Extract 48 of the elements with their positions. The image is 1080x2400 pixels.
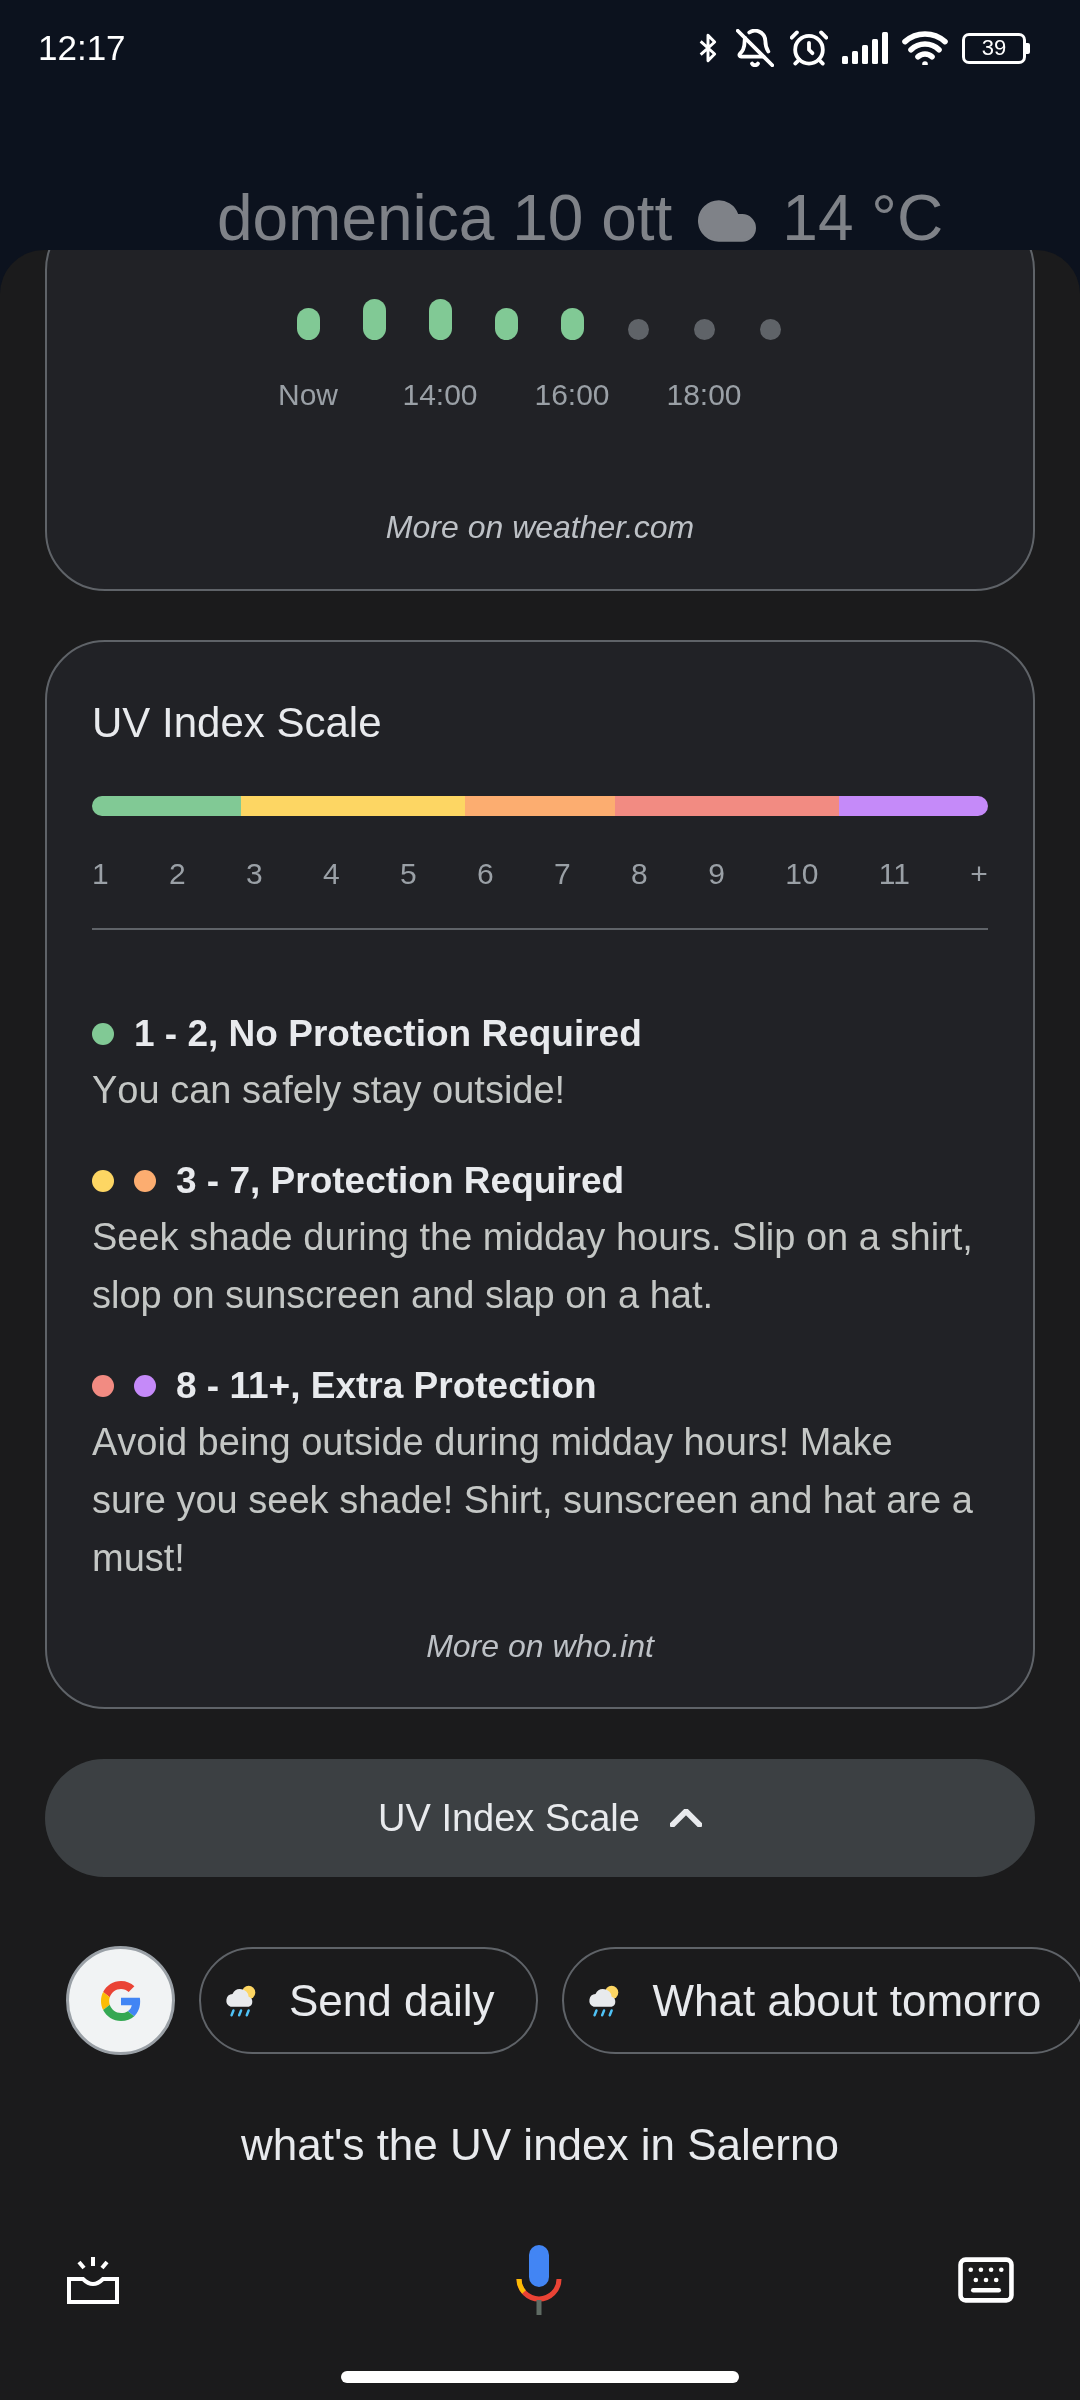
scale-tick-label: 4: [323, 856, 340, 892]
scale-tick-label: +: [970, 856, 988, 892]
scale-tick-label: 9: [708, 856, 725, 892]
legend-description: Seek shade during the midday hours. Slip on a shirt, slop on sunscreen and slap on a hat.: [92, 1215, 974, 1318]
battery-indicator: 39: [962, 32, 1030, 64]
scale-tick-label: 8: [631, 856, 648, 892]
legend-title: 1 - 2, No Protection Required: [134, 1012, 642, 1056]
tray-sparkle-icon[interactable]: [66, 2255, 120, 2305]
card-title: UV Index Scale: [92, 698, 383, 748]
scale-tick-label: 1: [92, 856, 109, 892]
scale-tick-label: 11: [878, 856, 910, 892]
signal-icon: [842, 32, 888, 64]
legend-title: 3 - 7, Protection Required: [176, 1159, 625, 1203]
suggestion-chip[interactable]: What about tomorro: [562, 1947, 1080, 2054]
hour-label: 16:00: [534, 377, 610, 413]
cloud-icon: [698, 200, 757, 242]
wifi-icon: [902, 31, 948, 65]
hour-bar: [428, 299, 452, 340]
keyboard-icon[interactable]: [958, 2257, 1014, 2303]
bluetooth-icon: [698, 32, 718, 64]
hour-bar: [560, 308, 584, 340]
scale-tick-label: 10: [785, 856, 819, 892]
legend-title: 8 - 11+, Extra Protection: [176, 1364, 597, 1408]
legend-description: You can safely stay outside!: [92, 1068, 567, 1113]
g-logo-icon: [100, 1980, 141, 2021]
hour-bar: [362, 299, 386, 340]
microphone-icon[interactable]: [515, 2245, 563, 2315]
suggestion-chip[interactable]: Send daily: [199, 1947, 539, 2054]
collapse-button[interactable]: UV Index Scale: [45, 1759, 1035, 1877]
clock-time: 12:17: [38, 28, 126, 68]
date-text: domenica 10 ott: [216, 186, 673, 250]
scale-tick-label: 2: [169, 856, 186, 892]
muted-bell-icon: [736, 29, 774, 67]
hour-label: 14:00: [402, 377, 478, 413]
hour-bar: [296, 308, 320, 340]
spoken-query-text: what's the UV index in Salerno: [241, 2119, 839, 2171]
scale-tick-label: 7: [554, 856, 571, 892]
alarm-clock-icon: [790, 29, 828, 67]
legend-description: Avoid being outside during midday hours! Make sure you seek shade! Shirt, sunscreen and hat are a must!: [92, 1420, 974, 1581]
scale-tick-label: 3: [246, 856, 263, 892]
temperature-text: 14 °C: [782, 186, 944, 250]
hour-label: Now: [278, 377, 338, 413]
scale-tick-label: 5: [400, 856, 417, 892]
source-link[interactable]: More on who.int: [426, 1627, 654, 1665]
hour-bar: [494, 308, 518, 340]
hour-label: 18:00: [666, 377, 742, 413]
scale-tick-label: 6: [477, 856, 494, 892]
source-link[interactable]: More on weather.com: [385, 508, 695, 546]
